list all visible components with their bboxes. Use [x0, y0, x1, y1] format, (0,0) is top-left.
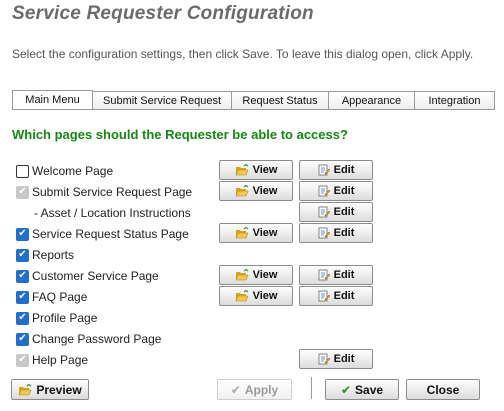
row-change-password-page: ✔ Change Password Page	[16, 329, 161, 349]
edit-document-icon	[318, 269, 330, 281]
view-label: View	[252, 269, 278, 281]
edit-button-customer-service-page[interactable]: Edit	[299, 265, 373, 285]
save-button[interactable]: ✔ Save	[325, 379, 399, 400]
tab-divider	[12, 109, 492, 110]
edit-document-icon	[318, 227, 330, 239]
apply-button: ✔ Apply	[217, 379, 292, 400]
edit-document-icon	[318, 290, 330, 302]
edit-button-welcome-page[interactable]: Edit	[299, 160, 373, 180]
tab-request-status[interactable]: Request Status	[232, 91, 329, 110]
row-service-request-status-page: ✔ Service Request Status Page	[16, 224, 189, 244]
dialog-title: Service Requester Configuration	[12, 3, 314, 24]
view-button-submit-service-request-page[interactable]: View	[219, 181, 293, 201]
view-button-customer-service-page[interactable]: View	[219, 265, 293, 285]
edit-button-asset-location-instructions[interactable]: Edit	[299, 202, 373, 222]
access-question: Which pages should the Requester be able…	[12, 127, 348, 142]
label-help-page: Help Page	[32, 353, 89, 367]
edit-label: Edit	[333, 227, 355, 239]
close-label: Close	[426, 382, 460, 397]
view-button-welcome-page[interactable]: View	[219, 160, 293, 180]
edit-label: Edit	[333, 206, 355, 218]
edit-button-faq-page[interactable]: Edit	[299, 286, 373, 306]
tab-appearance[interactable]: Appearance	[329, 91, 415, 110]
folder-open-icon	[235, 227, 249, 239]
tab-bar: Main Menu Submit Service Request Request…	[12, 90, 495, 110]
row-asset-location-instructions: - Asset / Location Instructions	[34, 203, 191, 223]
view-label: View	[252, 227, 278, 239]
apply-label: Apply	[244, 382, 279, 397]
edit-button-service-request-status-page[interactable]: Edit	[299, 223, 373, 243]
edit-document-icon	[318, 164, 330, 176]
save-label: Save	[355, 382, 384, 397]
edit-document-icon	[318, 185, 330, 197]
view-label: View	[252, 290, 278, 302]
checkmark-icon: ✔	[230, 382, 241, 397]
preview-button[interactable]: Preview	[11, 379, 89, 400]
row-profile-page: ✔ Profile Page	[16, 308, 97, 328]
row-customer-service-page: ✔ Customer Service Page	[16, 266, 159, 286]
edit-document-icon	[318, 353, 330, 365]
edit-label: Edit	[333, 185, 355, 197]
tab-submit-service-request[interactable]: Submit Service Request	[93, 91, 232, 110]
row-help-page: ✔ Help Page	[16, 350, 88, 370]
folder-open-icon	[235, 185, 249, 197]
label-customer-service-page: Customer Service Page	[32, 269, 159, 283]
label-asset-location-instructions: - Asset / Location Instructions	[34, 206, 191, 220]
folder-open-icon	[235, 290, 249, 302]
row-faq-page: ✔ FAQ Page	[16, 287, 87, 307]
edit-label: Edit	[333, 290, 355, 302]
label-reports: Reports	[32, 248, 75, 262]
checkmark-icon: ✔	[340, 382, 352, 397]
edit-label: Edit	[333, 269, 355, 281]
row-welcome-page: Welcome Page	[16, 161, 113, 181]
row-reports: ✔ Reports	[16, 245, 74, 265]
checkbox-welcome-page[interactable]	[16, 164, 29, 178]
checkbox-change-password-page[interactable]: ✔	[16, 332, 29, 346]
checkbox-profile-page[interactable]: ✔	[16, 311, 29, 325]
label-change-password-page: Change Password Page	[32, 332, 162, 346]
footer-separator	[311, 377, 312, 399]
checkbox-reports[interactable]: ✔	[16, 248, 29, 262]
checkbox-help-page: ✔	[16, 353, 29, 367]
edit-document-icon	[318, 206, 330, 218]
checkbox-service-request-status-page[interactable]: ✔	[16, 227, 29, 241]
row-submit-service-request-page: ✔ Submit Service Request Page	[16, 182, 192, 202]
tab-integration[interactable]: Integration	[415, 91, 495, 110]
tab-main-menu[interactable]: Main Menu	[12, 90, 93, 110]
view-button-service-request-status-page[interactable]: View	[219, 223, 293, 243]
instructions-text: Select the configuration settings, then …	[12, 47, 474, 61]
label-service-request-status-page: Service Request Status Page	[32, 227, 189, 241]
view-label: View	[252, 164, 278, 176]
label-submit-service-request-page: Submit Service Request Page	[32, 185, 193, 199]
checkbox-submit-service-request-page: ✔	[16, 185, 29, 199]
view-label: View	[252, 185, 278, 197]
folder-open-icon	[235, 269, 249, 281]
view-button-faq-page[interactable]: View	[219, 286, 293, 306]
folder-open-icon	[18, 383, 32, 396]
checkbox-customer-service-page[interactable]: ✔	[16, 269, 29, 283]
preview-label: Preview	[36, 382, 82, 397]
edit-label: Edit	[333, 164, 355, 176]
folder-open-icon	[235, 164, 249, 176]
edit-button-submit-service-request-page[interactable]: Edit	[299, 181, 373, 201]
edit-label: Edit	[333, 353, 355, 365]
edit-button-help-page[interactable]: Edit	[299, 349, 373, 369]
label-welcome-page: Welcome Page	[32, 164, 114, 178]
checkbox-faq-page[interactable]: ✔	[16, 290, 29, 304]
label-faq-page: FAQ Page	[32, 290, 88, 304]
close-button[interactable]: Close	[406, 379, 480, 400]
label-profile-page: Profile Page	[32, 311, 98, 325]
